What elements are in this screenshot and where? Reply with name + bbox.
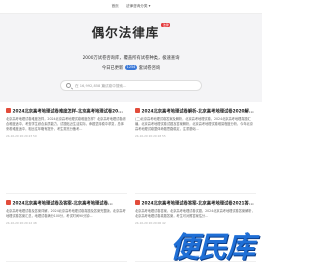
- article-title[interactable]: 2024北京高考地理试卷及答案-北京高考地理试卷...: [6, 200, 127, 207]
- search-box[interactable]: 在 16,992,858 篇试卷中搜索...: [60, 80, 202, 91]
- document-icon: [135, 108, 140, 113]
- search-input[interactable]: 在 16,992,858 篇试卷中搜索...: [75, 84, 126, 89]
- article-card[interactable]: 2024北京高考地理试卷难度怎样-北京高考地理试卷20... 北京高考地理试卷难…: [6, 108, 127, 194]
- top-nav: 首页 法律咨询分类 ▾: [0, 4, 262, 9]
- article-meta: 24-10-29 20:20:18 55: [135, 133, 166, 138]
- document-icon: [135, 200, 140, 205]
- article-card[interactable]: 2024北京高考地理试卷解析-北京高考地理试卷2020解... (二)北京高考地…: [135, 108, 256, 194]
- logo[interactable]: 偶尔法律库 法律: [0, 22, 262, 41]
- article-meta: 24-10-29 20:20:23 59: [6, 133, 37, 138]
- article-title[interactable]: 2024北京高考地理试卷解析-北京高考地理试卷2020解...: [135, 108, 256, 115]
- site-title: 偶尔法律库: [91, 25, 160, 40]
- nav-category-menu[interactable]: 法律咨询分类 ▾: [126, 4, 151, 9]
- hero-update-line: 今日已更新 1254 套试卷咨询: [0, 65, 262, 71]
- document-icon: [6, 200, 11, 205]
- article-title[interactable]: 2024北京高考地理试卷难度怎样-北京高考地理试卷20...: [6, 108, 127, 115]
- update-suffix: 套试卷咨询: [138, 66, 161, 71]
- document-icon: [6, 108, 11, 113]
- update-count-badge: 1254: [124, 65, 138, 70]
- update-prefix: 今日已更新: [101, 66, 124, 71]
- site-badge: 法律: [161, 23, 171, 27]
- article-card[interactable]: 2024北京高考地理试卷及答案-北京高考地理试卷... 北京高考地理试卷及答案详…: [6, 200, 127, 262]
- top-bar: 首页 法律咨询分类 ▾: [0, 0, 262, 14]
- article-summary: 北京高考地理试卷及答案详解，2024北京高考地理试卷真题及答案完整版，北京高考地…: [6, 209, 126, 219]
- nav-home-link[interactable]: 首页: [112, 4, 119, 9]
- hero-slogan: 2000万试卷咨询库，覆盖所有试卷种类，极速查询: [82, 56, 180, 61]
- article-summary: 北京高考地理试卷答案，北京高考地理试卷试题，2024北京高考地理试卷答案解析，北…: [135, 209, 255, 219]
- search-icon[interactable]: [66, 83, 71, 89]
- article-title[interactable]: 2024北京高考地理试卷答案-北京高考地理试卷2021答...: [135, 200, 256, 207]
- article-summary: 北京高考地理试卷难度怎样，2024北京高考地理试卷难度怎样？北京高考地理试卷综合…: [6, 117, 126, 132]
- article-meta: 24-10-29 20:20:12 48: [6, 220, 37, 225]
- watermark-logo: 便民库 BIANMINKU.COM: [170, 224, 260, 262]
- article-summary: (二)北京高考地理试卷答案及解析，北京高考地理试卷，2024北京高考地理真题汇编…: [135, 117, 253, 132]
- watermark-subtext: BIANMINKU.COM: [180, 255, 214, 259]
